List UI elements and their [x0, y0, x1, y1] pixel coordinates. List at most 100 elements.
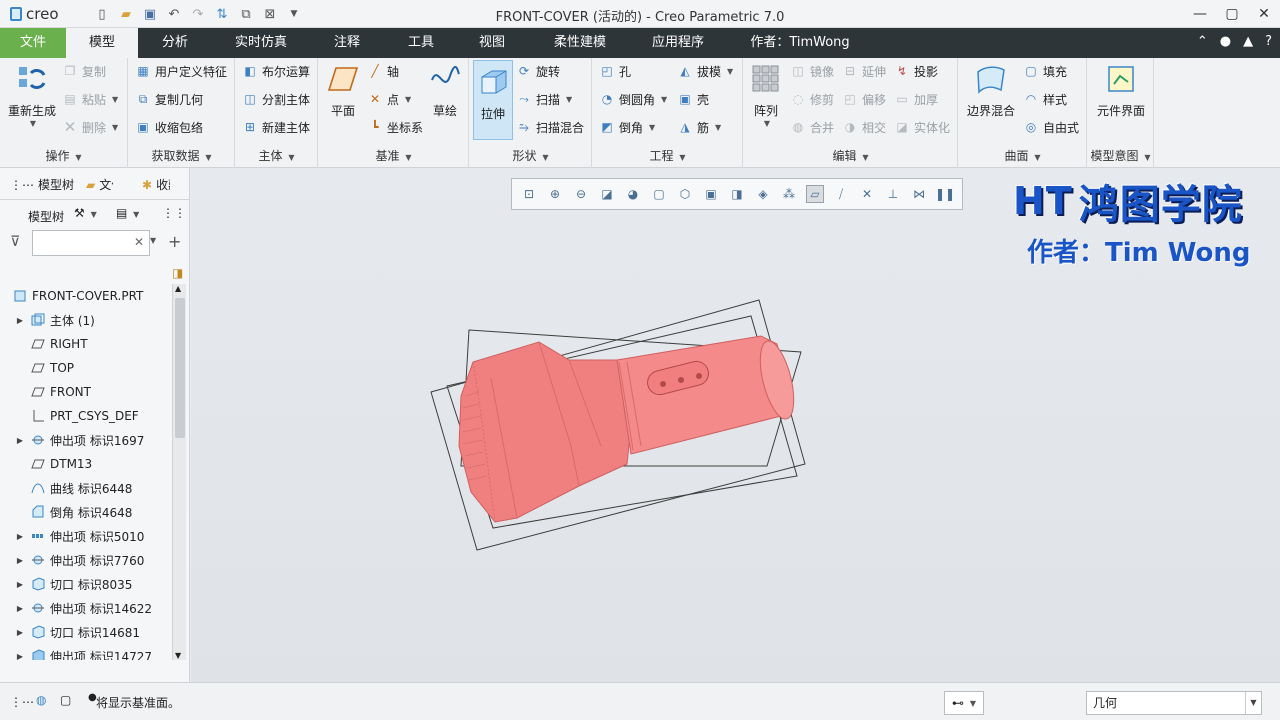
tab-flexible-modeling[interactable]: 柔性建模 — [540, 28, 620, 58]
extend-button[interactable]: ⊟ 延伸 — [842, 60, 886, 82]
help-icon[interactable]: ? — [1265, 34, 1272, 49]
pause-icon[interactable]: ❚❚ — [935, 185, 955, 203]
filter-icon[interactable]: ⊽ — [10, 234, 20, 250]
annotation-display-icon[interactable]: ⋈ — [910, 185, 928, 203]
tab-view[interactable]: 视图 — [466, 28, 518, 58]
freestyle-button[interactable]: ◎ 自由式 — [1023, 116, 1079, 138]
tab-live-simulation[interactable]: 实时仿真 — [222, 28, 300, 58]
group-shapes-label[interactable]: 形状 ▼ — [470, 147, 591, 164]
solidify-button[interactable]: ◪ 实体化 — [894, 116, 950, 138]
named-views-icon[interactable]: ◈ — [754, 185, 772, 203]
tree-node[interactable]: 倒角 标识4648 — [0, 500, 172, 524]
repaint-icon[interactable]: ◪ — [598, 185, 616, 203]
pattern-button[interactable]: 阵列 ▼ — [748, 62, 784, 128]
selection-filter-select[interactable]: 几何 ▼ — [1086, 691, 1262, 715]
shrinkwrap-button[interactable]: ▣ 收缩包络 — [135, 116, 203, 138]
round-button[interactable]: ◔ 倒圆角 ▼ — [599, 88, 667, 110]
csys-display-icon[interactable]: ⊥ — [884, 185, 902, 203]
style-button[interactable]: ◠ 样式 — [1023, 88, 1067, 110]
learning-icon[interactable]: ▲ — [1243, 34, 1253, 49]
copy-geometry-button[interactable]: ⧉ 复制几何 — [135, 88, 203, 110]
tab-analysis[interactable]: 分析 — [146, 28, 204, 58]
group-editing-label[interactable]: 编辑 ▼ — [744, 147, 957, 164]
project-button[interactable]: ↯ 投影 — [894, 60, 938, 82]
section-icon[interactable]: ◨ — [728, 185, 746, 203]
tree-node[interactable]: FRONT — [0, 380, 172, 404]
tab-tools[interactable]: 工具 — [392, 28, 450, 58]
tree-settings-icon[interactable]: ⚒ ▼ — [74, 206, 97, 220]
tab-applications[interactable]: 应用程序 — [638, 28, 718, 58]
tree-node[interactable]: TOP — [0, 356, 172, 380]
tree-column-icon[interactable]: ◨ — [172, 266, 183, 280]
swept-blend-button[interactable]: ⥲ 扫描混合 — [516, 116, 584, 138]
tree-node[interactable]: ▶ 伸出项 标识14622 — [0, 596, 172, 620]
refit-icon[interactable]: ⊡ — [520, 185, 538, 203]
trim-button[interactable]: ◌ 修剪 — [790, 88, 834, 110]
tree-node[interactable]: ▶ 切口 标识8035 — [0, 572, 172, 596]
group-body-label[interactable]: 主体 ▼ — [236, 147, 317, 164]
sweep-button[interactable]: ⤳ 扫描 ▼ — [516, 88, 572, 110]
point-display-icon[interactable]: ✕ — [858, 185, 876, 203]
draft-button[interactable]: ◭ 拔模 ▼ — [677, 60, 733, 82]
tree-node[interactable]: 曲线 标识6448 — [0, 476, 172, 500]
zoom-in-icon[interactable]: ⊕ — [546, 185, 564, 203]
fill-button[interactable]: ▢ 填充 — [1023, 60, 1067, 82]
intersect-button[interactable]: ◑ 相交 — [842, 116, 886, 138]
revolve-button[interactable]: ⟳ 旋转 — [516, 60, 560, 82]
perspective-icon[interactable]: ▣ — [702, 185, 720, 203]
tree-node[interactable]: ▶ 主体 (1) — [0, 308, 172, 332]
expand-arrow-icon[interactable]: ▶ — [14, 436, 26, 445]
minimize-icon[interactable]: — — [1184, 0, 1216, 28]
group-surfaces-label[interactable]: 曲面 ▼ — [959, 147, 1086, 164]
tree-node[interactable]: RIGHT — [0, 332, 172, 356]
split-body-button[interactable]: ◫ 分割主体 — [242, 88, 310, 110]
group-datum-label[interactable]: 基准 ▼ — [319, 147, 468, 164]
group-operations-label[interactable]: 操作 ▼ — [0, 147, 127, 164]
tree-node[interactable]: ▶ 伸出项 标识7760 — [0, 548, 172, 572]
zoom-out-icon[interactable]: ⊖ — [572, 185, 590, 203]
add-filter-icon[interactable]: + — [168, 232, 181, 251]
scroll-down-icon[interactable]: ▼ — [175, 651, 181, 660]
status-browser-icon[interactable]: ◍ — [36, 693, 46, 707]
scroll-up-icon[interactable]: ▲ — [175, 284, 181, 293]
view-manager-icon[interactable]: ⬡ — [676, 185, 694, 203]
paste-button[interactable]: ▤ 粘贴 ▼ — [62, 88, 118, 110]
expand-arrow-icon[interactable]: ▶ — [14, 532, 26, 541]
expand-arrow-icon[interactable]: ▶ — [14, 316, 26, 325]
tree-node[interactable]: FRONT-COVER.PRT — [0, 284, 172, 308]
shell-button[interactable]: ▣ 壳 — [677, 88, 709, 110]
display-style-icon[interactable]: ◕ — [624, 185, 642, 203]
tree-node[interactable]: PRT_CSYS_DEF — [0, 404, 172, 428]
merge-button[interactable]: ◍ 合并 — [790, 116, 834, 138]
tree-node[interactable]: ▶ 伸出项 标识1697 — [0, 428, 172, 452]
tree-scroll-thumb[interactable] — [175, 298, 185, 438]
tree-node[interactable]: DTM13 — [0, 452, 172, 476]
expand-arrow-icon[interactable]: ▶ — [14, 580, 26, 589]
user-icon[interactable]: ● — [1220, 34, 1231, 49]
udf-button[interactable]: ▦ 用户定义特征 — [135, 60, 227, 82]
thicken-button[interactable]: ▭ 加厚 — [894, 88, 938, 110]
datum-point-button[interactable]: ✕ 点 ▼ — [367, 88, 411, 110]
tree-filter-icon[interactable]: ⋮⋮ — [162, 206, 186, 220]
offset-button[interactable]: ◰ 偏移 — [842, 88, 886, 110]
tree-search-input[interactable] — [32, 230, 150, 256]
expand-arrow-icon[interactable]: ▶ — [14, 628, 26, 637]
find-button[interactable]: ⊷ ▼ — [944, 691, 984, 715]
datum-display-icon[interactable]: ⁂ — [780, 185, 798, 203]
part-model[interactable] — [421, 296, 811, 556]
copy-button[interactable]: ❐ 复制 — [62, 60, 106, 82]
saved-orientations-icon[interactable]: ▢ — [650, 185, 668, 203]
search-dropdown-icon[interactable]: ▼ — [150, 236, 156, 245]
nav-tab-favorites[interactable]: ✱收藏 — [142, 176, 170, 193]
tree-scrollbar[interactable]: ▲ ▼ — [172, 284, 186, 660]
group-model-intent-label[interactable]: 模型意图 ▼ — [1088, 147, 1153, 164]
axis-display-icon[interactable]: ⧸ — [832, 185, 850, 203]
datum-axis-button[interactable]: ╱ 轴 — [367, 60, 399, 82]
rib-button[interactable]: ◮ 筋 ▼ — [677, 116, 721, 138]
chamfer-button[interactable]: ◩ 倒角 ▼ — [599, 116, 655, 138]
tree-show-icon[interactable]: ▤ ▼ — [116, 206, 139, 220]
expand-arrow-icon[interactable]: ▶ — [14, 604, 26, 613]
tab-annotate[interactable]: 注释 — [318, 28, 376, 58]
tree-node[interactable]: ▶ 伸出项 标识14727 — [0, 644, 172, 660]
clear-search-icon[interactable]: ✕ — [134, 235, 144, 249]
